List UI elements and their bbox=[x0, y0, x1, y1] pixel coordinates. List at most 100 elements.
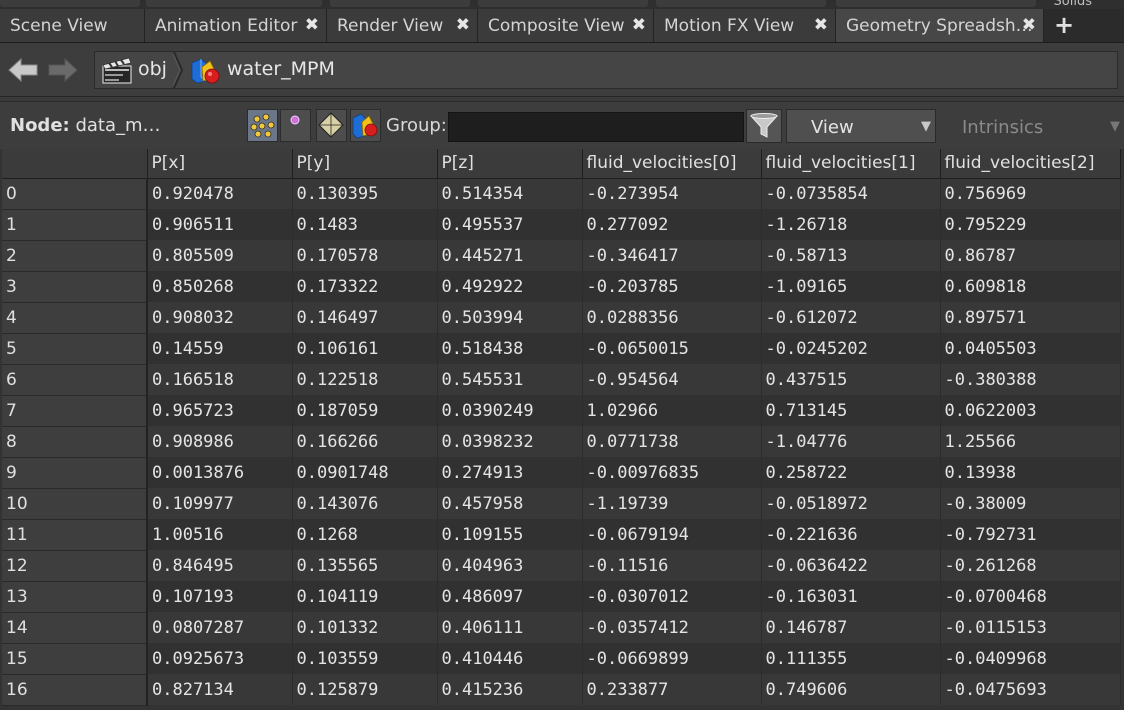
primitives-icon bbox=[318, 112, 344, 138]
close-icon[interactable]: ✖ bbox=[814, 15, 828, 35]
vertices-icon bbox=[290, 115, 300, 125]
table-cell: 0.897571 bbox=[940, 302, 1121, 333]
table-cell: 0.0901748 bbox=[292, 457, 438, 488]
table-cell: -0.0518972 bbox=[761, 488, 941, 519]
top-strip-block bbox=[478, 0, 648, 7]
table-cell: 0.146787 bbox=[761, 612, 941, 643]
table-row[interactable]: 1 0.906511 0.1483 0.495537 0.277092 -1.26718 0… bbox=[2, 209, 1121, 241]
table-cell: -1.26718 bbox=[761, 209, 941, 240]
view-dropdown[interactable]: View ▼ bbox=[786, 109, 936, 143]
table-cell: 0.125879 bbox=[292, 674, 438, 705]
table-cell: -0.0636422 bbox=[761, 550, 941, 581]
top-strip-block bbox=[146, 0, 322, 7]
clapperboard-icon bbox=[102, 57, 132, 84]
table-cell: 0.965723 bbox=[147, 395, 293, 426]
column-header-index[interactable] bbox=[2, 149, 148, 179]
table-cell: -0.11516 bbox=[582, 550, 762, 581]
table-cell: 0.103559 bbox=[292, 643, 438, 674]
table-cell: 0.445271 bbox=[437, 240, 583, 271]
table-cell: 0.130395 bbox=[292, 178, 438, 209]
vertices-mode-button[interactable] bbox=[280, 109, 311, 142]
column-header[interactable]: P[z] bbox=[437, 149, 583, 179]
table-cell: 0.187059 bbox=[292, 395, 438, 426]
table-row[interactable]: 4 0.908032 0.146497 0.503994 0.0288356 -0.612… bbox=[2, 302, 1121, 334]
tab-geometry-spreadsheet[interactable]: Geometry Spreadsh… ✖ bbox=[836, 9, 1044, 42]
table-cell: 0.0807287 bbox=[147, 612, 293, 643]
column-header[interactable]: P[x] bbox=[147, 149, 293, 179]
table-cell: -0.261268 bbox=[940, 550, 1121, 581]
table-cell: -0.0700468 bbox=[940, 581, 1121, 612]
column-header[interactable]: fluid_velocities[1] bbox=[761, 149, 941, 179]
column-header[interactable]: fluid_velocities[0] bbox=[582, 149, 762, 179]
row-index-cell: 9 bbox=[2, 457, 148, 489]
tab-label: Geometry Spreadsh… bbox=[846, 16, 1033, 36]
column-header[interactable]: fluid_velocities[2] bbox=[940, 149, 1121, 179]
close-icon[interactable]: ✖ bbox=[456, 15, 470, 35]
close-icon[interactable]: ✖ bbox=[1022, 15, 1036, 35]
table-cell: -0.0650015 bbox=[582, 333, 762, 364]
tab-composite-view[interactable]: Composite View ✖ bbox=[478, 9, 654, 42]
table-cell: 0.0925673 bbox=[147, 643, 293, 674]
table-cell: 0.514354 bbox=[437, 178, 583, 209]
geometry-spreadsheet[interactable]: P[x] P[y] P[z] fluid_velocities[0] fluid_vel… bbox=[0, 149, 1124, 710]
table-row[interactable]: 14 0.0807287 0.101332 0.406111 -0.0357412 0.1… bbox=[2, 612, 1121, 644]
row-index-cell: 14 bbox=[2, 612, 148, 644]
table-cell: 0.410446 bbox=[437, 643, 583, 674]
table-cell: 0.107193 bbox=[147, 581, 293, 612]
tab-scene-view[interactable]: Scene View bbox=[0, 9, 145, 42]
table-cell: 0.166518 bbox=[147, 364, 293, 395]
intrinsics-dropdown[interactable]: Intrinsics ▼ bbox=[940, 109, 1124, 143]
table-cell: 0.908032 bbox=[147, 302, 293, 333]
detail-icon bbox=[352, 113, 378, 139]
table-cell: -1.04776 bbox=[761, 426, 941, 457]
table-row[interactable]: 11 1.00516 0.1268 0.109155 -0.0679194 -0.2216… bbox=[2, 519, 1121, 551]
row-index-cell: 15 bbox=[2, 643, 148, 675]
row-index-cell: 13 bbox=[2, 581, 148, 613]
tab-label: Motion FX View bbox=[664, 16, 795, 36]
table-row[interactable]: 16 0.827134 0.125879 0.415236 0.233877 0.7496… bbox=[2, 674, 1121, 706]
table-row[interactable]: 13 0.107193 0.104119 0.486097 -0.0307012 -0.1… bbox=[2, 581, 1121, 613]
forward-button[interactable] bbox=[46, 55, 80, 85]
row-index-cell: 8 bbox=[2, 426, 148, 458]
table-cell: -0.380388 bbox=[940, 364, 1121, 395]
detail-mode-button[interactable] bbox=[350, 109, 381, 142]
row-index-cell: 16 bbox=[2, 674, 148, 706]
table-row[interactable]: 15 0.0925673 0.103559 0.410446 -0.0669899 0.1… bbox=[2, 643, 1121, 675]
group-input[interactable] bbox=[448, 112, 744, 142]
table-row[interactable]: 0 0.920478 0.130395 0.514354 -0.273954 -0.073… bbox=[2, 178, 1121, 210]
column-header[interactable]: P[y] bbox=[292, 149, 438, 179]
table-row[interactable]: 5 0.14559 0.106161 0.518438 -0.0650015 -0.024… bbox=[2, 333, 1121, 365]
primitives-mode-button[interactable] bbox=[316, 109, 347, 142]
table-row[interactable]: 2 0.805509 0.170578 0.445271 -0.346417 -0.587… bbox=[2, 240, 1121, 272]
close-icon[interactable]: ✖ bbox=[305, 15, 319, 35]
node-value: data_m… bbox=[75, 115, 161, 136]
path-segment-obj[interactable]: obj bbox=[95, 52, 173, 88]
filter-button[interactable] bbox=[746, 109, 782, 143]
top-strip-block bbox=[330, 0, 470, 7]
tab-motion-fx-view[interactable]: Motion FX View ✖ bbox=[654, 9, 836, 42]
table-row[interactable]: 3 0.850268 0.173322 0.492922 -0.203785 -1.091… bbox=[2, 271, 1121, 303]
points-mode-button[interactable] bbox=[247, 109, 278, 142]
table-cell: 0.0013876 bbox=[147, 457, 293, 488]
chevron-down-icon: ▼ bbox=[921, 119, 931, 134]
chevron-down-icon: ▼ bbox=[1110, 119, 1120, 134]
table-row[interactable]: 6 0.166518 0.122518 0.545531 -0.954564 0.4375… bbox=[2, 364, 1121, 396]
table-cell: -1.19739 bbox=[582, 488, 762, 519]
table-cell: 0.827134 bbox=[147, 674, 293, 705]
table-row[interactable]: 10 0.109977 0.143076 0.457958 -1.19739 -0.051… bbox=[2, 488, 1121, 520]
tab-render-view[interactable]: Render View ✖ bbox=[327, 9, 478, 42]
table-cell: 0.104119 bbox=[292, 581, 438, 612]
table-row[interactable]: 7 0.965723 0.187059 0.0390249 1.02966 0.71314… bbox=[2, 395, 1121, 427]
tab-animation-editor[interactable]: Animation Editor ✖ bbox=[145, 9, 327, 42]
back-button[interactable] bbox=[6, 55, 40, 85]
table-cell: 0.545531 bbox=[437, 364, 583, 395]
add-tab-button[interactable]: + bbox=[1046, 9, 1082, 42]
node-indicator[interactable]: Node: data_m… bbox=[10, 115, 161, 136]
table-row[interactable]: 8 0.908986 0.166266 0.0398232 0.0771738 -1.04… bbox=[2, 426, 1121, 458]
close-icon[interactable]: ✖ bbox=[632, 15, 646, 35]
table-cell: 1.00516 bbox=[147, 519, 293, 550]
table-row[interactable]: 12 0.846495 0.135565 0.404963 -0.11516 -0.063… bbox=[2, 550, 1121, 582]
table-cell: 0.233877 bbox=[582, 674, 762, 705]
path-segment-water-mpm[interactable]: water_MPM bbox=[185, 52, 345, 88]
table-row[interactable]: 9 0.0013876 0.0901748 0.274913 -0.00976835 0.… bbox=[2, 457, 1121, 489]
